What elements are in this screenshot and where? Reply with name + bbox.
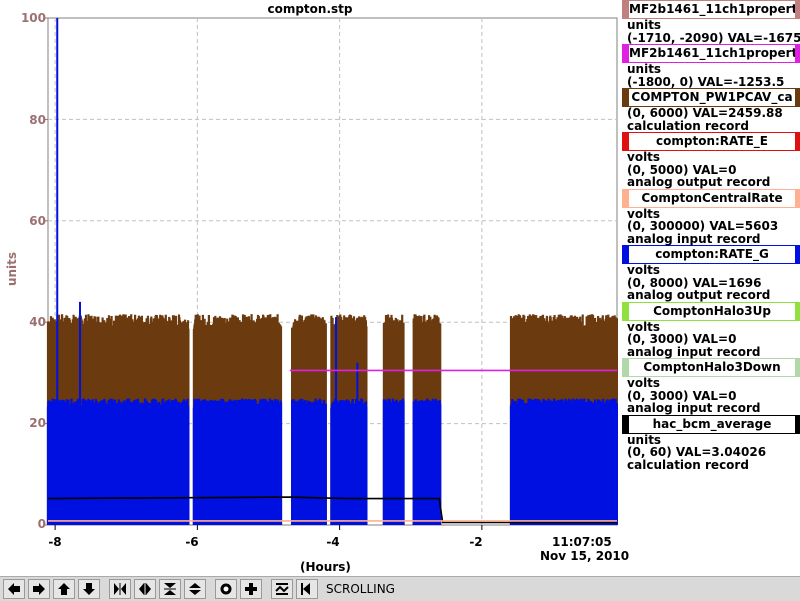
- legend-name: ComptonCentralRate: [629, 189, 799, 207]
- x-tick-label: -6: [185, 535, 199, 549]
- legend-record-type: analog input record: [627, 344, 761, 359]
- legend-range-value: (0, 3000) VAL=0: [627, 332, 737, 346]
- arrow-down-icon[interactable]: [78, 579, 100, 599]
- legend-record-type: analog input record: [627, 401, 761, 415]
- y-axis-label: units: [5, 251, 19, 287]
- legend-name-box[interactable]: MF2b1461_11ch1property.F: [622, 0, 800, 19]
- legend-range-value: (-1800, 0) VAL=-1253.5: [627, 74, 785, 89]
- y-tick-label: 60: [29, 214, 46, 228]
- legend-name-box[interactable]: ComptonHalo3Up: [622, 301, 800, 321]
- legend-record-type: analog output record: [627, 175, 771, 189]
- legend-units: units: [627, 18, 662, 32]
- legend-units: units: [627, 62, 662, 76]
- zoom-in-y-icon[interactable]: [159, 579, 181, 599]
- legend-range-value: (-1710, -2090) VAL=-1675.5: [627, 30, 800, 45]
- x-tick-label: -8: [48, 535, 62, 549]
- legend-name: compton:RATE_E: [629, 133, 799, 150]
- legend-name: MF2b1461_11ch1property.F: [629, 1, 799, 18]
- arrow-left-icon[interactable]: [3, 579, 25, 599]
- x-tick-label: -2: [469, 535, 483, 549]
- legend-item[interactable]: hac_bcm_average units (0, 60) VAL=3.0402…: [620, 414, 800, 472]
- legend-name: hac_bcm_average: [629, 415, 799, 433]
- legend-record-type: analog output record: [627, 288, 771, 302]
- arrow-up-icon[interactable]: [53, 579, 75, 599]
- legend-record-type: calculation record: [627, 118, 749, 133]
- y-tick-label: 100: [20, 11, 46, 25]
- series-band: [46, 398, 618, 525]
- legend-units: volts: [627, 376, 661, 390]
- autoscale-icon[interactable]: [271, 579, 293, 599]
- x-tick-label: -4: [326, 535, 340, 549]
- legend-name-box[interactable]: compton:RATE_G: [622, 245, 800, 264]
- legend-range-value: (0, 60) VAL=3.04026: [627, 445, 767, 459]
- legend-item[interactable]: ComptonHalo3Down volts (0, 3000) VAL=0 a…: [620, 358, 800, 415]
- legend-item[interactable]: COMPTON_PW1PCAV_ca (0, 6000) VAL=2459.88…: [620, 88, 800, 132]
- zoom-in-x-icon[interactable]: [109, 579, 131, 599]
- y-tick-label: 0: [37, 517, 46, 531]
- legend-name: MF2b1461_11ch1property.E: [629, 45, 799, 62]
- legend: MF2b1461_11ch1property.F units (-1710, -…: [620, 0, 800, 471]
- legend-item[interactable]: compton:RATE_E volts (0, 5000) VAL=0 ana…: [620, 132, 800, 189]
- rewind-icon[interactable]: [296, 579, 318, 599]
- legend-name-box[interactable]: compton:RATE_E: [622, 132, 800, 151]
- legend-name-box[interactable]: ComptonCentralRate: [622, 188, 800, 208]
- legend-name: ComptonHalo3Down: [629, 359, 799, 376]
- legend-record-type: calculation record: [627, 457, 749, 472]
- current-time-label: 11:07:05: [552, 535, 612, 549]
- y-tick-label: 80: [29, 113, 46, 127]
- zoom-out-x-icon[interactable]: [134, 579, 156, 599]
- add-icon[interactable]: [240, 579, 262, 599]
- legend-name: ComptonHalo3Up: [629, 302, 799, 320]
- legend-range-value: (0, 300000) VAL=5603: [627, 219, 779, 233]
- legend-name: compton:RATE_G: [629, 246, 799, 263]
- arrow-right-icon[interactable]: [28, 579, 50, 599]
- legend-units: volts: [627, 150, 661, 164]
- legend-item[interactable]: compton:RATE_G volts (0, 8000) VAL=1696 …: [620, 245, 800, 302]
- scroll-status: SCROLLING: [326, 582, 395, 596]
- strip-chart[interactable]: [0, 0, 620, 545]
- zoom-out-y-icon[interactable]: [184, 579, 206, 599]
- toolbar: SCROLLING: [0, 576, 800, 601]
- legend-item[interactable]: MF2b1461_11ch1property.F units (-1710, -…: [620, 0, 800, 44]
- y-tick-label: 40: [29, 315, 46, 329]
- x-axis-label: (Hours): [300, 560, 351, 574]
- legend-name-box[interactable]: ComptonHalo3Down: [622, 358, 800, 377]
- legend-item[interactable]: ComptonHalo3Up volts (0, 3000) VAL=0 ana…: [620, 301, 800, 359]
- y-tick-label: 20: [29, 416, 46, 430]
- legend-units: volts: [627, 263, 661, 277]
- record-icon[interactable]: [215, 579, 237, 599]
- legend-name-box[interactable]: hac_bcm_average: [622, 414, 800, 434]
- legend-item[interactable]: MF2b1461_11ch1property.E units (-1800, 0…: [620, 44, 800, 88]
- legend-name: COMPTON_PW1PCAV_ca: [629, 89, 799, 106]
- legend-record-type: analog input record: [627, 231, 761, 246]
- legend-item[interactable]: ComptonCentralRate volts (0, 300000) VAL…: [620, 188, 800, 246]
- legend-name-box[interactable]: COMPTON_PW1PCAV_ca: [622, 88, 800, 107]
- legend-name-box[interactable]: MF2b1461_11ch1property.E: [622, 44, 800, 63]
- legend-range-value: (0, 6000) VAL=2459.88: [627, 106, 783, 120]
- current-date-label: Nov 15, 2010: [540, 549, 630, 563]
